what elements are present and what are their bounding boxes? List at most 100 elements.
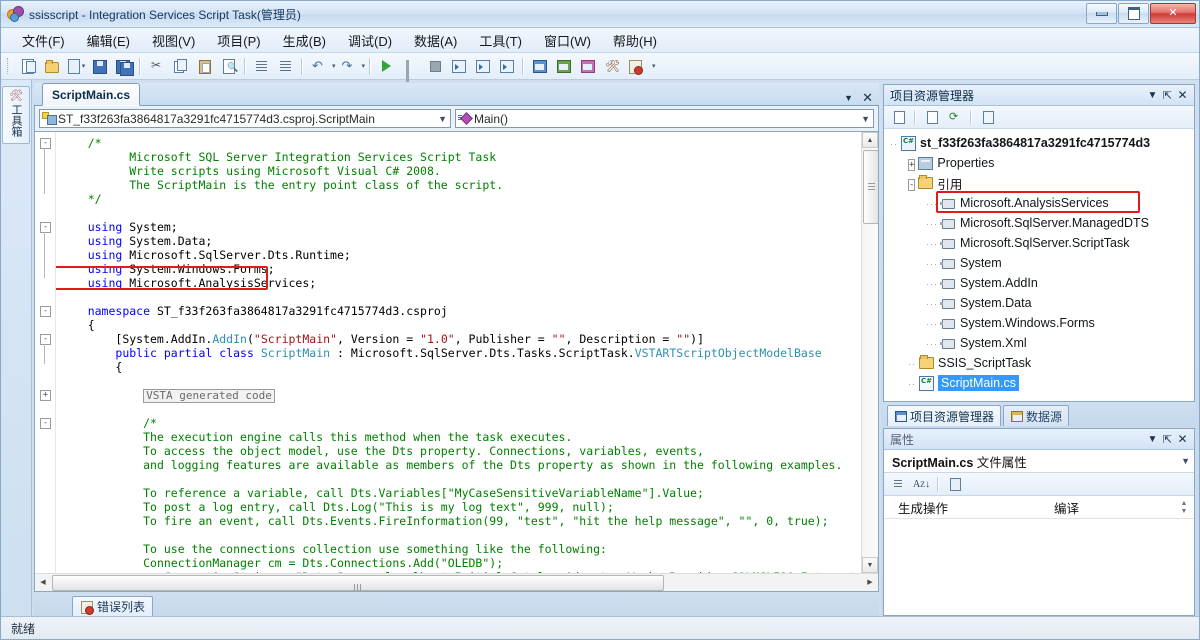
- menu-file[interactable]: 文件(F): [11, 28, 76, 53]
- menu-help[interactable]: 帮助(H): [602, 28, 668, 53]
- horizontal-scroll-thumb[interactable]: [52, 575, 664, 591]
- find-icon[interactable]: 🔍: [217, 55, 240, 78]
- redo-icon[interactable]: ↷: [337, 55, 360, 78]
- dock-tab-solution-explorer[interactable]: 项目资源管理器: [887, 405, 1002, 426]
- code-line[interactable]: [60, 290, 878, 304]
- code-line[interactable]: using System;: [60, 220, 878, 234]
- code-line[interactable]: To post a log entry, call Dts.Log("This …: [60, 500, 878, 514]
- close-button[interactable]: ✕: [1150, 3, 1196, 24]
- chevron-down-icon[interactable]: ▼: [844, 93, 853, 103]
- alphabetical-icon[interactable]: AZ↓: [911, 474, 932, 495]
- close-icon[interactable]: ✕: [1175, 432, 1190, 446]
- outline-toggle[interactable]: -: [40, 138, 51, 149]
- outline-toggle[interactable]: -: [40, 222, 51, 233]
- code-line[interactable]: ConnectionManager cm = Dts.Connections.A…: [60, 556, 878, 570]
- undo-icon[interactable]: ↶: [307, 55, 330, 78]
- tree-item[interactable]: ··· System.Windows.Forms: [884, 313, 1194, 333]
- code-line[interactable]: */: [60, 192, 878, 206]
- tree-item[interactable]: ··· Microsoft.SqlServer.ScriptTask: [884, 233, 1194, 253]
- chevron-down-icon[interactable]: ▼: [1181, 508, 1188, 515]
- toolbox-tab[interactable]: 🛠 工具箱: [2, 86, 30, 144]
- menu-debug[interactable]: 调试(D): [337, 28, 403, 53]
- code-line[interactable]: [60, 206, 878, 220]
- tree-item[interactable]: ·· st_f33f263fa3864817a3291fc4715774d3: [884, 133, 1194, 153]
- code-line[interactable]: To fire an event, call Dts.Events.FireIn…: [60, 514, 878, 528]
- editor-vertical-scrollbar[interactable]: ▲ ▼: [861, 132, 878, 573]
- vertical-scroll-thumb[interactable]: [863, 150, 878, 224]
- menu-window[interactable]: 窗口(W): [533, 28, 602, 53]
- editor-horizontal-scrollbar[interactable]: ◀ ▶: [35, 573, 878, 591]
- code-line[interactable]: {: [60, 360, 878, 374]
- view-code-icon[interactable]: [977, 107, 998, 128]
- scroll-right-button[interactable]: ▶: [862, 574, 878, 589]
- code-line[interactable]: The ScriptMain is the entry point class …: [60, 178, 878, 192]
- tree-item[interactable]: ··· System.Xml: [884, 333, 1194, 353]
- tree-item[interactable]: - 引用: [884, 173, 1194, 193]
- tree-item[interactable]: + Properties: [884, 153, 1194, 173]
- menu-tools[interactable]: 工具(T): [468, 28, 533, 53]
- solution-tree[interactable]: ·· st_f33f263fa3864817a3291fc4715774d3 + Pr…: [884, 129, 1194, 401]
- property-pages-icon[interactable]: [944, 474, 965, 495]
- toolbar-grip[interactable]: [7, 58, 12, 74]
- step-over-icon[interactable]: [471, 55, 494, 78]
- chevron-down-icon[interactable]: ▼: [438, 114, 447, 124]
- code-line[interactable]: [System.AddIn.AddIn("ScriptMain", Versio…: [60, 332, 878, 346]
- code-line[interactable]: Microsoft SQL Server Integration Service…: [60, 150, 878, 164]
- scroll-left-button[interactable]: ◀: [35, 574, 51, 589]
- tree-expander[interactable]: -: [908, 179, 916, 191]
- pin-icon[interactable]: ⇱: [1160, 89, 1175, 102]
- tab-scriptmain-cs[interactable]: ScriptMain.cs: [42, 83, 141, 106]
- code-line[interactable]: /*: [60, 416, 878, 430]
- tree-item[interactable]: ··· System.AddIn: [884, 273, 1194, 293]
- tab-error-list[interactable]: 错误列表: [72, 596, 154, 616]
- code-line[interactable]: using Microsoft.SqlServer.Dts.Runtime;: [60, 248, 878, 262]
- code-line[interactable]: [60, 528, 878, 542]
- code-line[interactable]: To access the object model, use the Dts …: [60, 444, 878, 458]
- scroll-down-button[interactable]: ▼: [862, 557, 878, 573]
- tree-item[interactable]: ··· System.Data: [884, 293, 1194, 313]
- tree-expander[interactable]: +: [908, 159, 916, 171]
- refresh-icon[interactable]: ⟳: [944, 107, 965, 128]
- chevron-up-icon[interactable]: ▲: [1181, 500, 1188, 507]
- chevron-down-icon[interactable]: ▼: [861, 114, 870, 124]
- code-line[interactable]: using System.Windows.Forms;: [60, 262, 878, 276]
- menu-build[interactable]: 生成(B): [272, 28, 337, 53]
- code-line[interactable]: namespace ST_f33f263fa3864817a3291fc4715…: [60, 304, 878, 318]
- pin-icon[interactable]: ⇱: [1160, 433, 1175, 446]
- cut-icon[interactable]: ✂: [145, 55, 168, 78]
- save-icon[interactable]: [88, 55, 111, 78]
- collapsed-region[interactable]: VSTA generated code: [143, 389, 275, 403]
- menu-project[interactable]: 项目(P): [206, 28, 271, 53]
- menu-data[interactable]: 数据(A): [403, 28, 468, 53]
- chevron-down-icon[interactable]: ▼: [1145, 434, 1160, 445]
- scroll-up-button[interactable]: ▲: [862, 132, 878, 148]
- outline-toggle[interactable]: -: [40, 334, 51, 345]
- solution-explorer-icon[interactable]: [528, 55, 551, 78]
- object-browser-icon[interactable]: [576, 55, 599, 78]
- step-out-icon[interactable]: [495, 55, 518, 78]
- open-file-icon[interactable]: [40, 55, 63, 78]
- show-all-files-icon[interactable]: [921, 107, 942, 128]
- uncomment-lines-icon[interactable]: [274, 55, 297, 78]
- code-line[interactable]: The execution engine calls this method w…: [60, 430, 878, 444]
- type-dropdown[interactable]: ST_f33f263fa3864817a3291fc4715774d3.cspr…: [39, 109, 451, 128]
- stop-icon[interactable]: [423, 55, 446, 78]
- code-line[interactable]: {: [60, 318, 878, 332]
- property-grid[interactable]: 生成操作 编译 ▲ ▼: [884, 496, 1194, 615]
- close-icon[interactable]: ✕: [862, 91, 873, 104]
- code-line[interactable]: To use the connections collection use so…: [60, 542, 878, 556]
- menu-edit[interactable]: 编辑(E): [76, 28, 141, 53]
- new-item-icon[interactable]: [16, 55, 39, 78]
- add-new-item-icon[interactable]: ▾: [64, 55, 87, 78]
- step-into-icon[interactable]: [447, 55, 470, 78]
- property-row[interactable]: 生成操作 编译 ▲ ▼: [884, 496, 1194, 519]
- code-line[interactable]: VSTA generated code: [60, 388, 878, 403]
- outline-toggle[interactable]: -: [40, 418, 51, 429]
- member-dropdown[interactable]: Main() ▼: [455, 109, 874, 128]
- code-text-area[interactable]: /* Microsoft SQL Server Integration Serv…: [56, 132, 878, 573]
- code-outlining-gutter[interactable]: - - - - + -: [35, 132, 56, 573]
- property-value[interactable]: 编译: [1048, 498, 1178, 517]
- categorized-icon[interactable]: [888, 474, 909, 495]
- toolbar-overflow-icon[interactable]: ▾: [652, 62, 656, 70]
- code-line[interactable]: [60, 374, 878, 388]
